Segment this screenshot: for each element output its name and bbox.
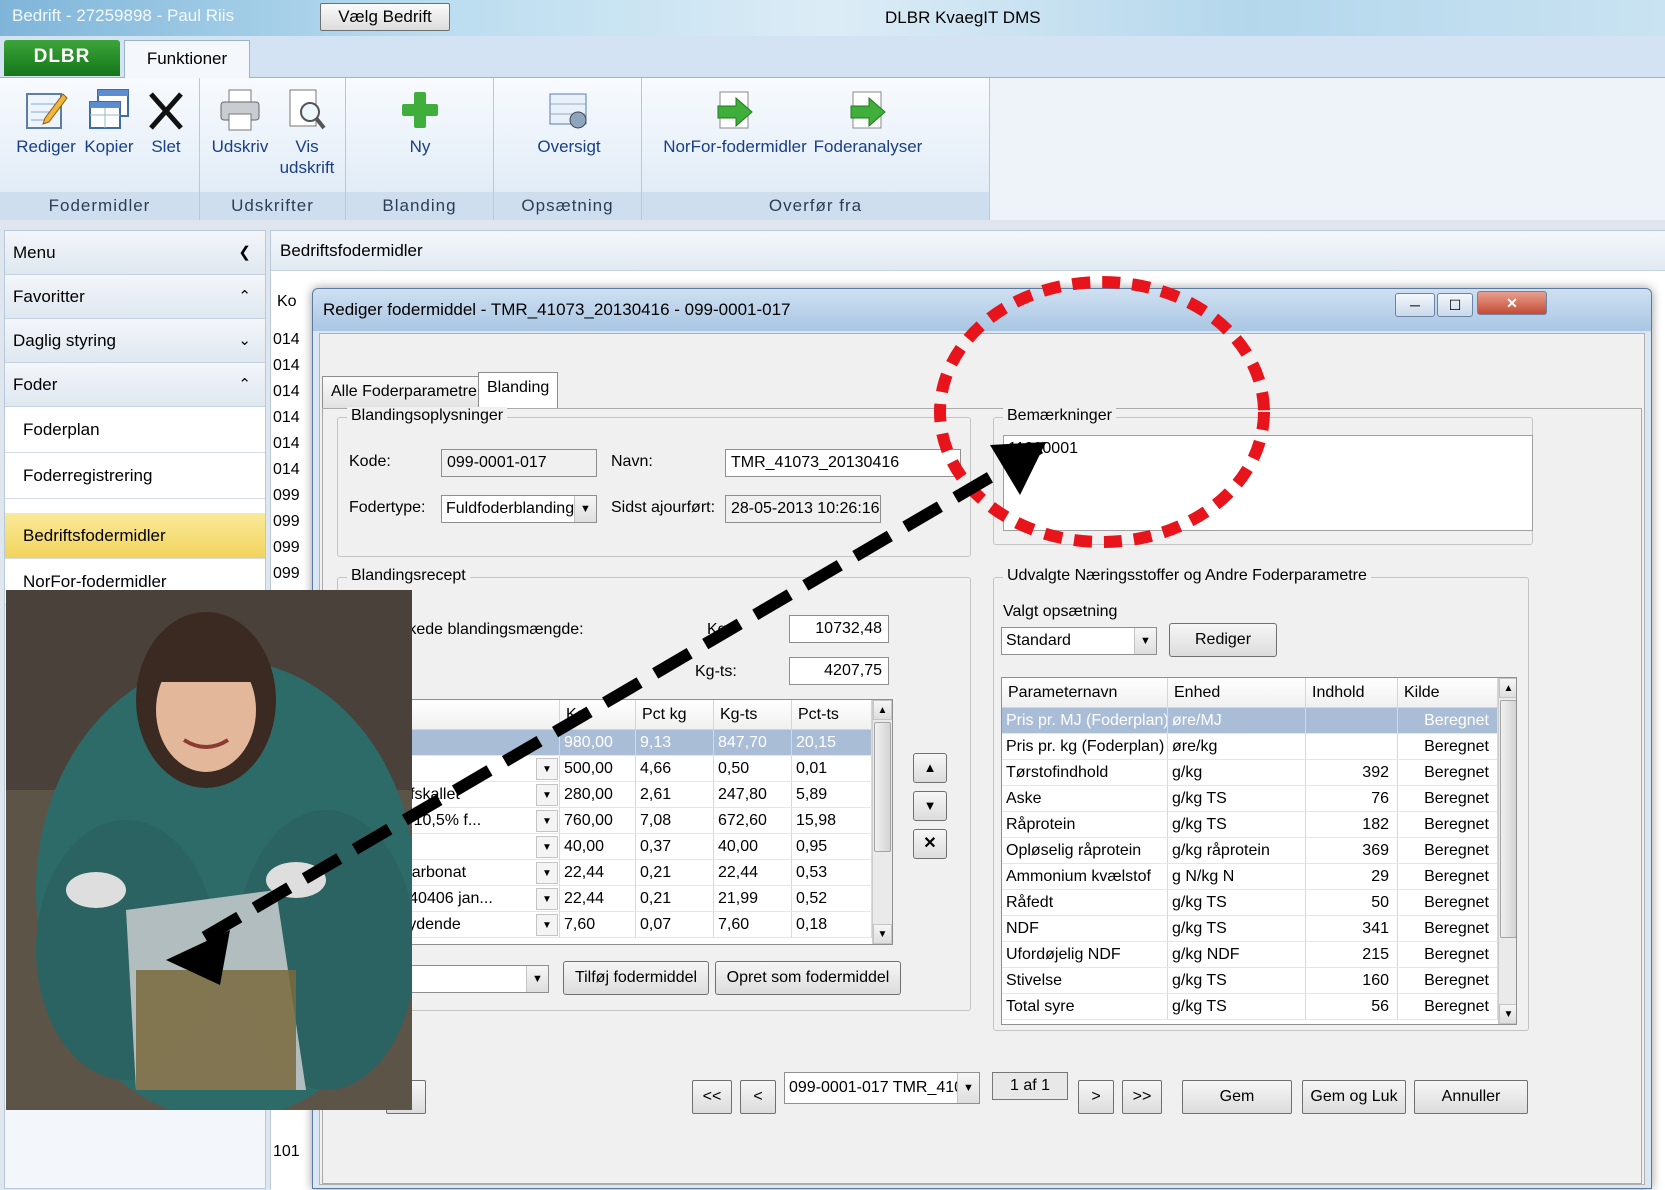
annotation-overlay <box>166 276 1270 985</box>
arrow-head-bottom <box>166 930 230 985</box>
highlight-circle <box>934 276 1270 548</box>
arrow-head-top <box>990 442 1046 495</box>
dashed-arrow-line <box>196 442 1044 946</box>
